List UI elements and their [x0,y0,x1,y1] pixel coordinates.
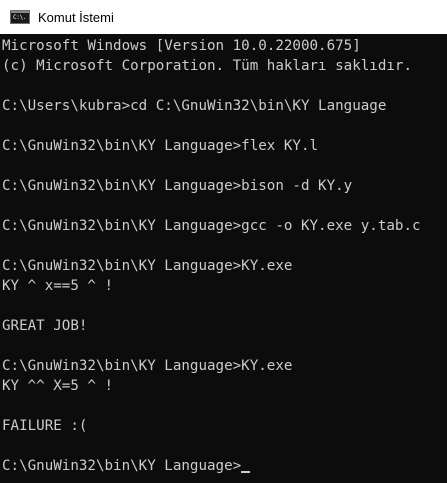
console-line: KY ^^ X=5 ^ ! [2,378,114,394]
console-line: C:\Users\kubra>cd C:\GnuWin32\bin\KY Lan… [2,98,387,114]
console-line: (c) Microsoft Corporation. Tüm hakları s… [2,58,412,74]
console-line: C:\GnuWin32\bin\KY Language>KY.exe [2,258,293,274]
console-line: C:\GnuWin32\bin\KY Language>bison -d KY.… [2,178,353,194]
command-prompt-window: C:\. Komut İstemi Microsoft Windows [Ver… [0,0,447,483]
text-cursor [241,471,251,473]
title-bar[interactable]: C:\. Komut İstemi [0,0,447,34]
console-line: KY ^ x==5 ^ ! [2,278,114,294]
console-line: C:\GnuWin32\bin\KY Language>gcc -o KY.ex… [2,218,421,234]
console-line: FAILURE :( [2,418,88,434]
console-line: GREAT JOB! [2,318,88,334]
window-title: Komut İstemi [38,9,114,25]
prompt-text: C:\GnuWin32\bin\KY Language> [2,458,242,474]
cmd-icon-label: C:\. [13,14,27,21]
console-output[interactable]: Microsoft Windows [Version 10.0.22000.67… [0,36,447,483]
console-line: C:\GnuWin32\bin\KY Language>flex KY.l [2,138,319,154]
console-line: Microsoft Windows [Version 10.0.22000.67… [2,38,361,54]
console-line: C:\GnuWin32\bin\KY Language>KY.exe [2,358,293,374]
prompt-line[interactable]: C:\GnuWin32\bin\KY Language> [0,456,447,476]
cmd-icon: C:\. [10,10,30,24]
